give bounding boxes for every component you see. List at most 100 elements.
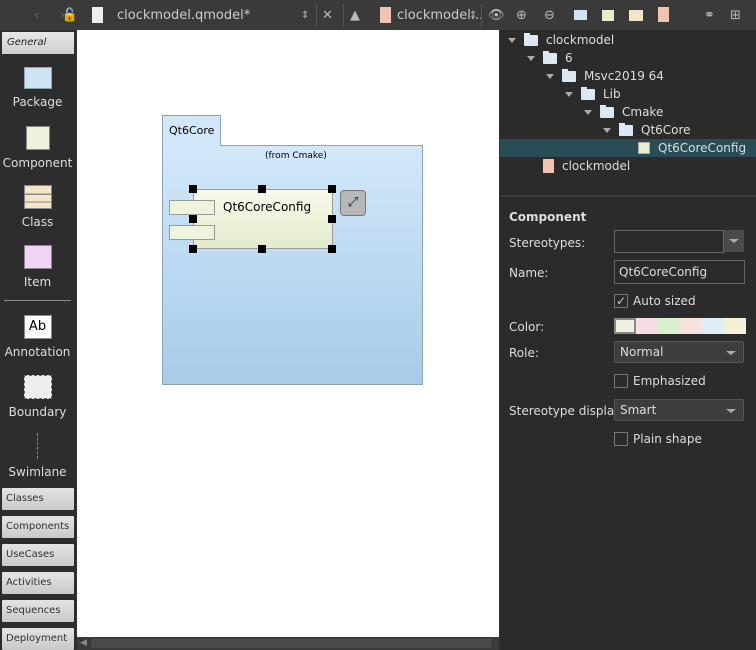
color-label: Color:	[509, 320, 545, 334]
back-icon[interactable]: ‹	[34, 5, 39, 25]
palette-item-class[interactable]: Class	[0, 185, 75, 229]
emphasized-checkbox[interactable]: Emphasized	[614, 374, 706, 388]
color-swatch[interactable]	[724, 318, 746, 334]
new-component-icon[interactable]	[602, 10, 614, 21]
stereotype-display-select[interactable]: Smart	[614, 399, 744, 421]
package-border	[220, 145, 423, 146]
palette-item-label: Class	[21, 215, 54, 229]
component-qt6coreconfig[interactable]	[193, 189, 333, 249]
package-icon	[23, 67, 52, 89]
link-icon[interactable]: ⚭	[704, 5, 715, 25]
expand-arrow-icon[interactable]	[565, 91, 573, 97]
component-icon	[638, 142, 650, 154]
tree-item[interactable]: 6	[500, 49, 756, 67]
lock-icon: 🔓	[61, 7, 79, 23]
diagram-icon	[543, 159, 554, 173]
tree-item[interactable]: Cmake	[500, 103, 756, 121]
scroll-left-icon[interactable]: ◀	[80, 638, 87, 648]
expand-arrow-icon[interactable]	[527, 55, 535, 61]
folder-icon	[524, 32, 538, 46]
palette-item-label: Package	[12, 95, 63, 109]
palette-item-package[interactable]: Package	[0, 67, 75, 109]
resize-handle[interactable]	[328, 215, 336, 223]
class-icon	[23, 185, 52, 209]
scrollbar-thumb[interactable]	[91, 639, 491, 648]
palette-item-swimlane[interactable]: Swimlane	[0, 433, 75, 479]
color-swatch[interactable]	[636, 318, 658, 334]
color-palette	[614, 318, 746, 334]
checkmark-icon: ✓	[614, 294, 628, 308]
folder-icon	[543, 50, 557, 64]
relation-handle-icon[interactable]: ⤢	[340, 190, 366, 216]
package-qt6core[interactable]	[162, 145, 423, 385]
resize-handle[interactable]	[189, 215, 197, 223]
stereotypes-input[interactable]	[614, 230, 724, 253]
palette-item-annotation[interactable]: Ab Annotation	[0, 315, 75, 359]
color-swatch[interactable]	[658, 318, 680, 334]
up-icon[interactable]: ▲	[350, 5, 360, 25]
palette-header-general[interactable]: General	[2, 32, 74, 54]
tree-item[interactable]: clockmodel	[500, 157, 756, 175]
palette-item-boundary[interactable]: Boundary	[0, 375, 75, 419]
tree-item[interactable]: Lib	[500, 85, 756, 103]
resize-handle[interactable]	[258, 245, 266, 253]
package-tab[interactable]: Qt6Core	[162, 115, 221, 146]
palette-tab-classes[interactable]: Classes	[2, 488, 74, 510]
new-package-icon[interactable]	[574, 10, 587, 20]
tree-item[interactable]: Qt6CoreConfig	[500, 139, 756, 157]
properties-scrollbar[interactable]	[750, 197, 756, 650]
zoom-in-icon[interactable]: ⊕	[516, 5, 527, 25]
tree-item[interactable]: Qt6Core	[500, 121, 756, 139]
palette-tab-usecases[interactable]: UseCases	[2, 544, 74, 566]
resize-handle[interactable]	[328, 185, 336, 193]
zoom-out-icon[interactable]: ⊖	[544, 5, 555, 25]
new-diagram-icon[interactable]	[658, 7, 669, 22]
expand-arrow-icon[interactable]	[508, 37, 516, 43]
stereotypes-dropdown-button[interactable]	[724, 230, 744, 252]
palette-item-label: Swimlane	[8, 465, 67, 479]
eye-icon[interactable]: 👁	[488, 5, 505, 25]
color-swatch[interactable]	[702, 318, 724, 334]
expand-arrow-icon[interactable]	[584, 109, 592, 115]
color-swatch[interactable]	[614, 318, 636, 334]
folder-icon	[562, 68, 576, 82]
resize-handle[interactable]	[258, 185, 266, 193]
palette-item-item[interactable]: Item	[0, 245, 75, 289]
horizontal-scrollbar[interactable]: ◀	[77, 637, 499, 650]
palette-item-component[interactable]: Component	[0, 126, 75, 170]
tree-item[interactable]: clockmodel	[500, 31, 756, 49]
resize-handle[interactable]	[189, 245, 197, 253]
palette-tab-sequences[interactable]: Sequences	[2, 600, 74, 622]
file-select-arrows-icon[interactable]: ⇕	[301, 5, 309, 25]
properties-title: Component	[509, 210, 587, 224]
auto-sized-checkbox[interactable]: ✓ Auto sized	[614, 294, 696, 308]
palette-tab-activities[interactable]: Activities	[2, 572, 74, 594]
palette-tab-deployment[interactable]: Deployment	[2, 628, 74, 650]
palette-tab-components[interactable]: Components	[2, 516, 74, 538]
name-input[interactable]: Qt6CoreConfig	[614, 260, 745, 284]
color-swatch[interactable]	[680, 318, 702, 334]
expand-arrow-icon[interactable]	[603, 127, 611, 133]
close-icon[interactable]: ✕	[322, 5, 333, 25]
role-label: Role:	[509, 346, 539, 360]
role-select[interactable]: Normal	[614, 341, 744, 363]
tree-item[interactable]: Msvc2019 64	[500, 67, 756, 85]
model-select-arrows-icon[interactable]: ⇕	[469, 5, 477, 25]
resize-handle[interactable]	[328, 245, 336, 253]
tree-item-label: clockmodel	[562, 159, 631, 173]
folder-icon	[600, 104, 614, 118]
diagram-canvas[interactable]: Qt6Core (from Cmake) Qt6CoreConfig ⤢	[77, 30, 499, 637]
annotation-icon: Ab	[23, 315, 52, 339]
folder-icon	[619, 122, 633, 136]
palette-item-label: Annotation	[4, 345, 71, 359]
file-name-select[interactable]: clockmodel.qmodel*	[117, 5, 250, 25]
split-view-icon[interactable]: ⊞	[730, 5, 741, 25]
tree-item-label: Msvc2019 64	[584, 69, 664, 83]
boundary-icon	[23, 375, 52, 399]
package-from-label: (from Cmake)	[265, 151, 327, 161]
expand-arrow-icon[interactable]	[546, 73, 554, 79]
plain-shape-checkbox[interactable]: Plain shape	[614, 432, 702, 446]
resize-handle[interactable]	[189, 185, 197, 193]
new-class-icon[interactable]	[629, 10, 643, 21]
document-icon	[92, 7, 103, 23]
